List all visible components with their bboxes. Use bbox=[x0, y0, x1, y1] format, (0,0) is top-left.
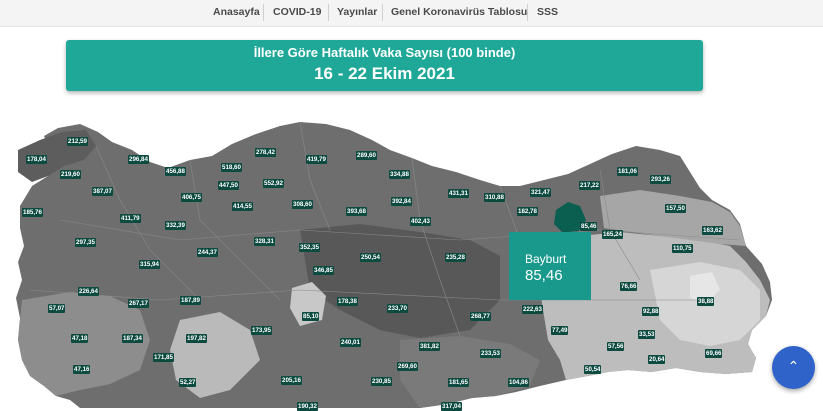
province-value-label: 178,04 bbox=[26, 155, 47, 164]
province-value-label: 92,88 bbox=[642, 307, 660, 316]
nav-item-anasayfa[interactable]: Anasayfa bbox=[213, 6, 260, 18]
province-value-label: 38,88 bbox=[697, 297, 715, 306]
province-value-label: 217,22 bbox=[579, 181, 600, 190]
province-value-label: 310,88 bbox=[484, 193, 505, 202]
province-value-label: 52,27 bbox=[179, 378, 197, 387]
banner-title: İllere Göre Haftalık Vaka Sayısı (100 bi… bbox=[253, 45, 516, 60]
province-value-label: 317,04 bbox=[441, 402, 462, 411]
province-value-label: 308,60 bbox=[292, 200, 313, 209]
nav-divider bbox=[263, 4, 264, 21]
province-value-label: 181,06 bbox=[617, 167, 638, 176]
province-value-label: 233,70 bbox=[387, 304, 408, 313]
province-value-label: 419,79 bbox=[306, 155, 327, 164]
province-value-label: 178,38 bbox=[337, 297, 358, 306]
province-value-label: 250,54 bbox=[360, 253, 381, 262]
province-value-label: 235,28 bbox=[445, 253, 466, 262]
title-banner: İllere Göre Haftalık Vaka Sayısı (100 bi… bbox=[66, 40, 703, 91]
province-value-label: 173,95 bbox=[251, 326, 272, 335]
province-value-label: 190,32 bbox=[297, 402, 318, 411]
province-value-label: 269,60 bbox=[397, 362, 418, 371]
province-value-label: 185,76 bbox=[22, 208, 43, 217]
province-tooltip: Bayburt 85,46 bbox=[509, 232, 591, 300]
province-value-label: 332,39 bbox=[165, 221, 186, 230]
province-value-label: 518,60 bbox=[221, 163, 242, 172]
banner-date: 16 - 22 Ekim 2021 bbox=[314, 64, 455, 83]
province-value-label: 182,78 bbox=[517, 207, 538, 216]
province-value-label: 552,92 bbox=[263, 179, 284, 188]
province-value-label: 165,24 bbox=[602, 230, 623, 239]
province-value-label: 76,66 bbox=[620, 282, 638, 291]
tooltip-province-value: 85,46 bbox=[525, 267, 563, 284]
province-value-label: 57,56 bbox=[607, 342, 625, 351]
province-value-label: 57,07 bbox=[48, 304, 66, 313]
province-value-label: 181,65 bbox=[448, 378, 469, 387]
nav-divider bbox=[527, 4, 528, 21]
province-value-label: 346,85 bbox=[313, 266, 334, 275]
province-value-label: 297,35 bbox=[75, 238, 96, 247]
province-value-label: 352,35 bbox=[299, 243, 320, 252]
nav-divider bbox=[382, 4, 383, 21]
province-value-label: 47,18 bbox=[71, 334, 89, 343]
province-value-label: 163,62 bbox=[702, 226, 723, 235]
nav-item-covid19[interactable]: COVID-19 bbox=[273, 6, 321, 18]
province-value-label: 278,42 bbox=[255, 148, 276, 157]
chevron-up-icon: ⌃ bbox=[787, 358, 800, 374]
province-value-label: 334,88 bbox=[389, 170, 410, 179]
province-value-label: 197,82 bbox=[186, 334, 207, 343]
province-value-label: 33,53 bbox=[638, 330, 656, 339]
province-value-label: 414,55 bbox=[232, 202, 253, 211]
province-value-label: 222,63 bbox=[522, 305, 543, 314]
nav-item-genel-tablo[interactable]: Genel Koronavirüs Tablosu bbox=[391, 6, 527, 18]
province-value-label: 392,84 bbox=[391, 197, 412, 206]
province-value-label: 402,43 bbox=[410, 217, 431, 226]
nav-divider bbox=[328, 4, 329, 21]
province-value-label: 85,10 bbox=[302, 312, 320, 321]
province-value-label: 104,86 bbox=[508, 378, 529, 387]
tooltip-province-name: Bayburt bbox=[525, 252, 567, 266]
province-value-label: 328,31 bbox=[254, 237, 275, 246]
nav-item-sss[interactable]: SSS bbox=[537, 6, 558, 18]
province-value-label: 69,66 bbox=[705, 349, 723, 358]
province-value-label: 315,94 bbox=[139, 260, 160, 269]
top-nav: Anasayfa COVID-19 Yayınlar Genel Koronav… bbox=[0, 0, 823, 27]
nav-item-yayinlar[interactable]: Yayınlar bbox=[337, 6, 377, 18]
scroll-to-top-button[interactable]: ⌃ bbox=[772, 346, 815, 389]
province-value-label: 205,16 bbox=[281, 376, 302, 385]
province-value-label: 456,88 bbox=[165, 167, 186, 176]
province-value-label: 212,59 bbox=[67, 137, 88, 146]
province-value-label: 411,79 bbox=[120, 214, 141, 223]
province-value-label: 293,26 bbox=[650, 175, 671, 184]
province-value-label: 233,53 bbox=[480, 349, 501, 358]
province-value-label: 267,17 bbox=[128, 299, 149, 308]
province-value-label: 187,89 bbox=[180, 296, 201, 305]
province-value-label: 20,64 bbox=[648, 355, 666, 364]
province-value-label: 47,16 bbox=[73, 365, 91, 374]
province-value-label: 50,54 bbox=[584, 365, 602, 374]
province-value-label: 296,84 bbox=[128, 155, 149, 164]
province-value-label: 219,60 bbox=[60, 170, 81, 179]
province-value-label: 230,85 bbox=[371, 377, 392, 386]
province-value-label: 393,68 bbox=[346, 207, 367, 216]
province-value-label: 447,50 bbox=[218, 181, 239, 190]
province-value-label: 387,07 bbox=[92, 187, 113, 196]
province-value-label: 85,46 bbox=[580, 222, 598, 231]
province-value-label: 77,49 bbox=[551, 326, 569, 335]
province-value-label: 187,34 bbox=[122, 334, 143, 343]
province-value-label: 157,50 bbox=[665, 204, 686, 213]
province-value-label: 268,77 bbox=[470, 312, 491, 321]
province-value-label: 289,60 bbox=[356, 151, 377, 160]
province-value-label: 321,47 bbox=[530, 188, 551, 197]
province-value-label: 226,64 bbox=[78, 287, 99, 296]
province-value-label: 406,75 bbox=[181, 193, 202, 202]
province-value-label: 431,31 bbox=[448, 189, 469, 198]
province-value-label: 110,75 bbox=[672, 244, 693, 253]
province-value-label: 381,82 bbox=[419, 342, 440, 351]
province-value-label: 244,37 bbox=[197, 248, 218, 257]
province-value-label: 171,85 bbox=[153, 353, 174, 362]
province-value-label: 240,01 bbox=[340, 338, 361, 347]
